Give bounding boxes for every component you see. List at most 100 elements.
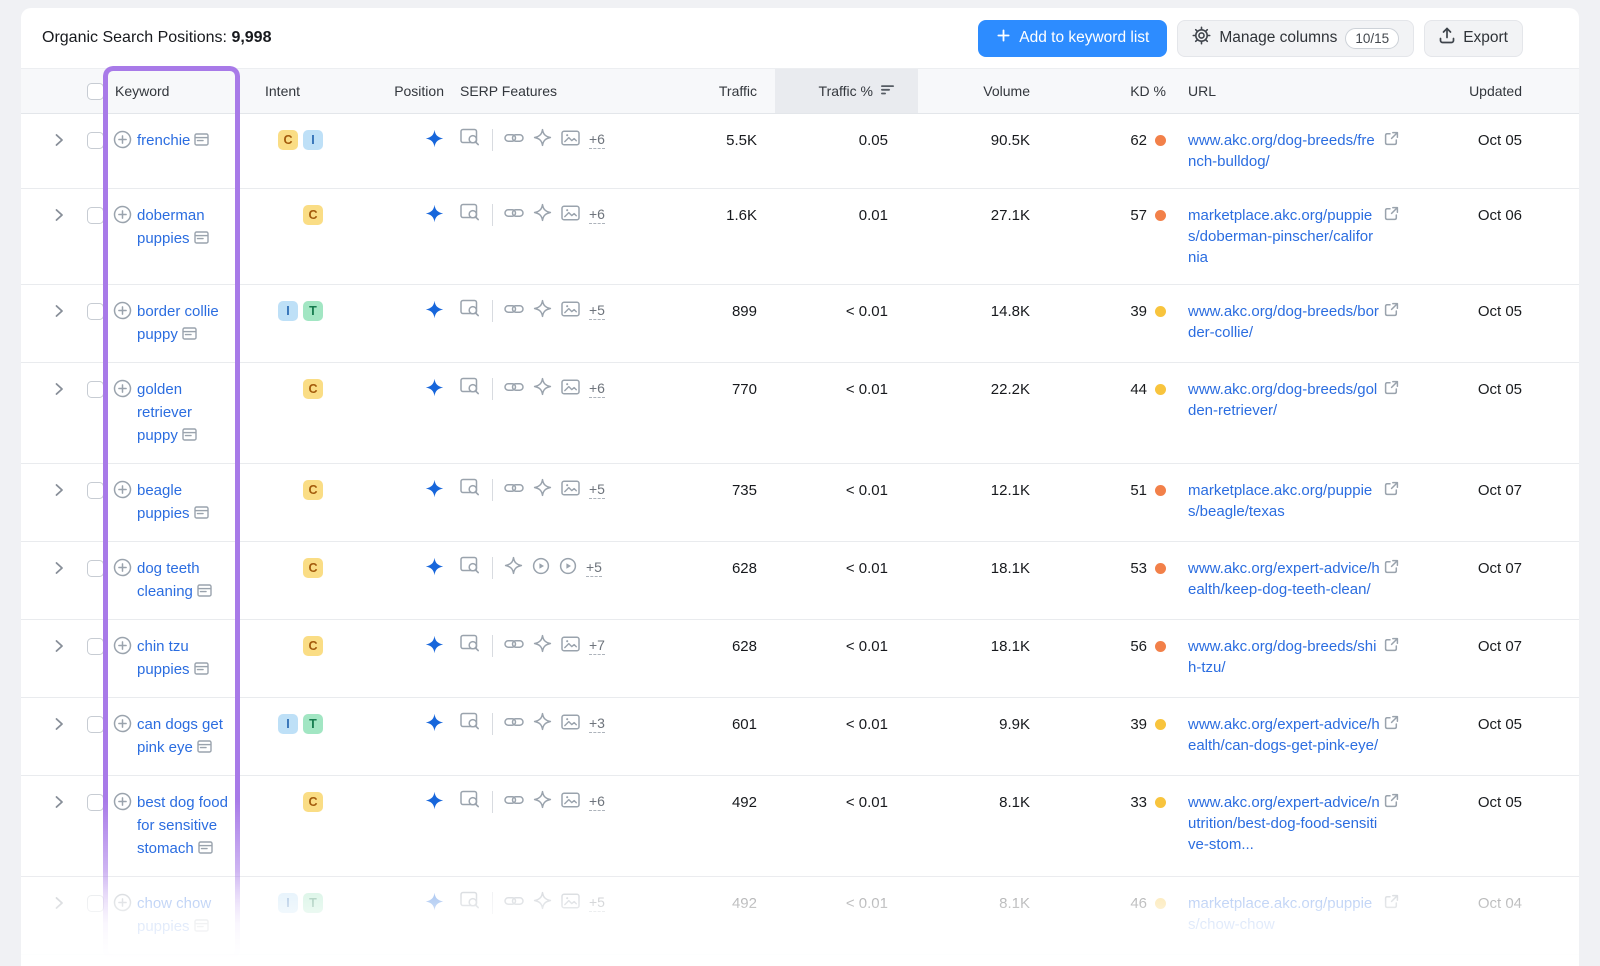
manage-columns-button[interactable]: Manage columns 10/15 [1177,20,1414,57]
serp-snapshot-icon[interactable] [190,918,209,935]
url-link[interactable]: marketplace.akc.org/puppies/doberman-pin… [1188,205,1380,268]
serp-preview-icon[interactable] [460,478,481,501]
column-header-traffic-percent[interactable]: Traffic % [775,69,918,113]
url-link[interactable]: marketplace.akc.org/puppies/chow-chow [1188,893,1380,935]
external-link-icon[interactable] [1384,894,1399,913]
serp-preview-icon[interactable] [460,712,481,735]
export-button[interactable]: Export [1424,20,1523,57]
row-checkbox[interactable] [87,560,104,577]
expand-row-button[interactable] [54,717,64,735]
external-link-icon[interactable] [1384,206,1399,225]
keyword-link[interactable]: best dog food for sensitive stomach [137,794,228,857]
row-checkbox[interactable] [87,132,104,149]
add-keyword-icon[interactable] [113,792,132,860]
column-header-serp-features[interactable]: SERP Features [458,83,638,99]
expand-row-button[interactable] [54,208,64,226]
serp-features-more-link[interactable]: +6 [589,380,605,398]
column-header-kd[interactable]: KD % [1048,83,1188,99]
external-link-icon[interactable] [1384,481,1399,500]
keyword-link[interactable]: chin tzu puppies [137,638,190,678]
serp-preview-icon[interactable] [460,299,481,322]
table-row: best dog food for sensitive stomach C +6… [21,776,1579,877]
serp-features-more-link[interactable]: +5 [589,302,605,320]
external-link-icon[interactable] [1384,793,1399,812]
column-header-intent[interactable]: Intent [253,83,333,99]
external-link-icon[interactable] [1384,559,1399,578]
expand-row-button[interactable] [54,896,64,914]
expand-row-button[interactable] [54,561,64,579]
column-header-traffic[interactable]: Traffic [638,83,775,99]
add-keyword-icon[interactable] [113,480,132,525]
row-checkbox[interactable] [87,895,104,912]
serp-features-more-link[interactable]: +5 [586,559,602,577]
external-link-icon[interactable] [1384,380,1399,399]
expand-row-button[interactable] [54,483,64,501]
add-keyword-icon[interactable] [113,301,132,346]
row-checkbox[interactable] [87,794,104,811]
expand-row-button[interactable] [54,382,64,400]
row-checkbox[interactable] [87,482,104,499]
url-link[interactable]: www.akc.org/dog-breeds/border-collie/ [1188,301,1380,343]
column-header-position[interactable]: Position [333,83,458,99]
serp-features-more-link[interactable]: +5 [589,894,605,912]
select-all-checkbox[interactable] [87,83,104,100]
add-keyword-icon[interactable] [113,558,132,603]
column-header-url[interactable]: URL [1188,83,1423,99]
external-link-icon[interactable] [1384,302,1399,321]
serp-features-more-link[interactable]: +6 [589,131,605,149]
external-link-icon[interactable] [1384,637,1399,656]
serp-snapshot-icon[interactable] [178,427,197,444]
serp-preview-icon[interactable] [460,556,481,579]
serp-preview-icon[interactable] [460,790,481,813]
url-link[interactable]: www.akc.org/dog-breeds/golden-retriever/ [1188,379,1380,421]
add-keyword-icon[interactable] [113,379,132,447]
serp-preview-icon[interactable] [460,128,481,151]
add-keyword-icon[interactable] [113,205,132,250]
expand-row-button[interactable] [54,304,64,322]
serp-preview-icon[interactable] [460,634,481,657]
row-checkbox[interactable] [87,207,104,224]
serp-features-more-link[interactable]: +6 [589,206,605,224]
serp-snapshot-icon[interactable] [190,661,209,678]
row-checkbox[interactable] [87,381,104,398]
url-link[interactable]: www.akc.org/expert-advice/nutrition/best… [1188,792,1380,855]
serp-snapshot-icon[interactable] [190,132,209,149]
external-link-icon[interactable] [1384,131,1399,150]
serp-snapshot-icon[interactable] [190,505,209,522]
column-header-updated[interactable]: Updated [1423,83,1543,99]
serp-features-more-link[interactable]: +3 [589,715,605,733]
keyword-link[interactable]: frenchie [137,132,190,149]
url-link[interactable]: marketplace.akc.org/puppies/beagle/texas [1188,480,1380,522]
url-link[interactable]: www.akc.org/expert-advice/health/keep-do… [1188,558,1380,600]
row-checkbox[interactable] [87,303,104,320]
add-keyword-icon[interactable] [113,714,132,759]
row-checkbox[interactable] [87,638,104,655]
expand-row-button[interactable] [54,795,64,813]
serp-snapshot-icon[interactable] [190,230,209,247]
keyword-link[interactable]: dog teeth cleaning [137,560,200,600]
serp-snapshot-icon[interactable] [194,840,213,857]
column-header-keyword[interactable]: Keyword [113,83,253,99]
serp-snapshot-icon[interactable] [193,583,212,600]
serp-preview-icon[interactable] [460,203,481,226]
serp-snapshot-icon[interactable] [178,326,197,343]
serp-snapshot-icon[interactable] [193,739,212,756]
add-keyword-icon[interactable] [113,130,132,153]
add-keyword-icon[interactable] [113,636,132,681]
keyword-link[interactable]: beagle puppies [137,482,190,522]
serp-preview-icon[interactable] [460,891,481,914]
url-link[interactable]: www.akc.org/dog-breeds/shih-tzu/ [1188,636,1380,678]
expand-row-button[interactable] [54,639,64,657]
serp-features-more-link[interactable]: +5 [589,481,605,499]
serp-features-more-link[interactable]: +7 [589,637,605,655]
serp-preview-icon[interactable] [460,377,481,400]
add-keyword-icon[interactable] [113,893,132,938]
column-header-volume[interactable]: Volume [918,83,1048,99]
url-link[interactable]: www.akc.org/dog-breeds/french-bulldog/ [1188,130,1380,172]
external-link-icon[interactable] [1384,715,1399,734]
serp-features-more-link[interactable]: +6 [589,793,605,811]
add-to-keyword-list-button[interactable]: Add to keyword list [978,20,1167,57]
row-checkbox[interactable] [87,716,104,733]
url-link[interactable]: www.akc.org/expert-advice/health/can-dog… [1188,714,1380,756]
expand-row-button[interactable] [54,133,64,151]
